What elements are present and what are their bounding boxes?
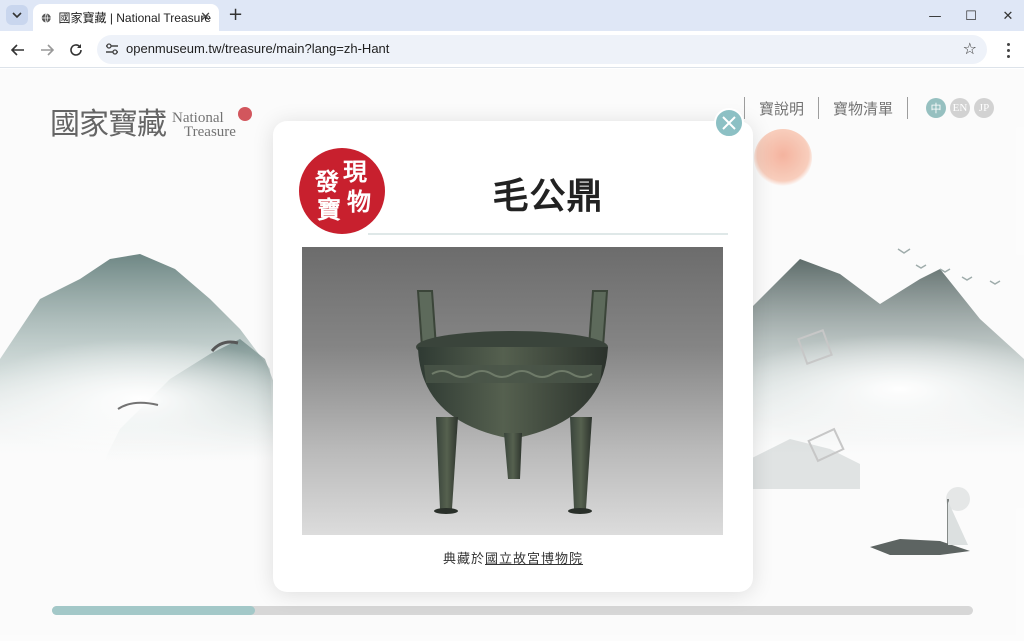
page-content: 國家寶藏 National Treasure 寶說明 寶物清單 中 EN JP … bbox=[0, 69, 1024, 641]
new-tab-button[interactable]: + bbox=[228, 6, 243, 24]
browser-toolbar: openmuseum.tw/treasure/main?lang=zh-Hant… bbox=[0, 31, 1024, 68]
tab-title: 國家寶藏 | National Treasure bbox=[58, 11, 211, 25]
title-divider bbox=[368, 233, 728, 235]
minimize-button[interactable]: — bbox=[925, 6, 945, 26]
bronze-ding-illustration bbox=[416, 290, 609, 514]
bookmark-star-icon[interactable]: ☆ bbox=[963, 39, 977, 58]
forward-arrow-icon[interactable] bbox=[37, 40, 57, 60]
credit-prefix: 典藏於 bbox=[442, 552, 485, 567]
close-icon bbox=[722, 116, 736, 130]
seal-char: 現 bbox=[343, 157, 367, 186]
window-close-button[interactable]: ✕ bbox=[998, 6, 1018, 26]
modal-close-button[interactable] bbox=[714, 108, 744, 138]
browser-tab-strip: 國家寶藏 | National Treasure ✕ + — ☐ ✕ bbox=[0, 0, 1024, 31]
browser-menu-icon[interactable] bbox=[1000, 40, 1016, 60]
chevron-down-icon bbox=[12, 12, 22, 19]
browser-tab-active[interactable]: 國家寶藏 | National Treasure ✕ bbox=[33, 4, 219, 31]
tab-search-button[interactable] bbox=[6, 5, 28, 25]
collection-credit: 典藏於國立故宮博物院 bbox=[273, 548, 753, 567]
reload-icon[interactable] bbox=[66, 40, 86, 60]
globe-icon bbox=[41, 12, 51, 23]
back-arrow-icon[interactable] bbox=[8, 40, 28, 60]
treasure-title: 毛公鼎 bbox=[492, 175, 604, 217]
artifact-image bbox=[302, 247, 723, 535]
maximize-button[interactable]: ☐ bbox=[961, 6, 981, 26]
treasure-modal: 現 發 物 寶 毛公鼎 典藏於國立故宮博物院 bbox=[273, 108, 753, 592]
museum-link[interactable]: 國立故宮博物院 bbox=[485, 552, 583, 567]
seal-char: 寶 bbox=[317, 195, 341, 224]
url-text[interactable]: openmuseum.tw/treasure/main?lang=zh-Hant bbox=[126, 41, 389, 56]
tab-close-icon[interactable]: ✕ bbox=[200, 10, 211, 25]
seal-char: 發 bbox=[315, 167, 339, 196]
site-settings-icon[interactable] bbox=[105, 42, 119, 56]
address-bar[interactable]: openmuseum.tw/treasure/main?lang=zh-Hant… bbox=[97, 35, 987, 64]
